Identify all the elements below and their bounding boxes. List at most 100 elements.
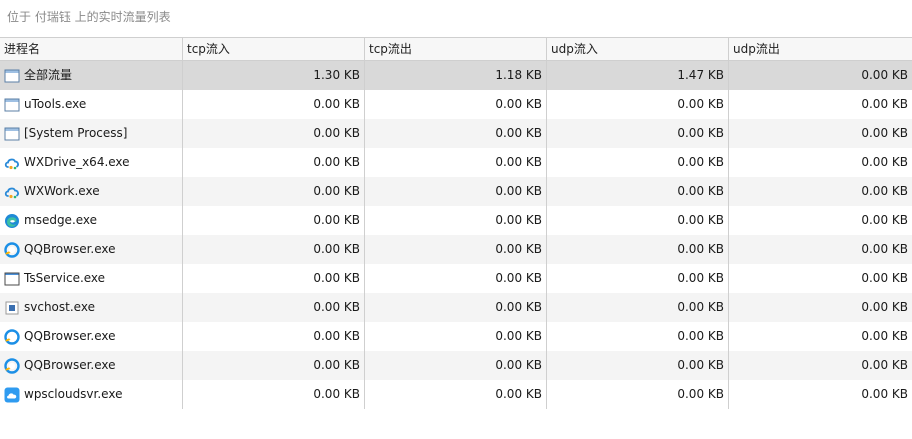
window-icon xyxy=(4,97,20,113)
process-name: QQBrowser.exe xyxy=(24,329,116,343)
table-body: 全部流量 1.30 KB 1.18 KB 1.47 KB 0.00 KB uTools.e… xyxy=(0,61,912,409)
tcp-out-cell: 0.00 KB xyxy=(365,206,547,235)
table-row[interactable]: WXDrive_x64.exe 0.00 KB 0.00 KB 0.00 KB 0.00… xyxy=(0,148,912,177)
udp-out-cell: 0.00 KB xyxy=(861,300,908,314)
table-row[interactable]: [System Process] 0.00 KB 0.00 KB 0.00 KB 0.0… xyxy=(0,119,912,148)
udp-in-cell: 1.47 KB xyxy=(547,61,729,90)
wx-cloud-icon xyxy=(4,184,20,200)
process-name-cell: QQBrowser.exe xyxy=(0,322,183,351)
tcp-out-cell: 1.18 KB xyxy=(365,61,547,90)
table-row[interactable]: msedge.exe 0.00 KB 0.00 KB 0.00 KB 0.00 KB xyxy=(0,206,912,235)
table-row[interactable]: QQBrowser.exe 0.00 KB 0.00 KB 0.00 KB 0.00 K… xyxy=(0,235,912,264)
tcp-in-cell: 1.30 KB xyxy=(183,61,365,90)
edge-icon xyxy=(4,213,20,229)
process-name: TsService.exe xyxy=(24,271,106,285)
process-name-cell: [System Process] xyxy=(0,119,183,148)
tcp-out-cell: 0.00 KB xyxy=(365,380,547,409)
process-name-cell: msedge.exe xyxy=(0,206,183,235)
udp-in-cell: 0.00 KB xyxy=(547,235,729,264)
process-name: msedge.exe xyxy=(24,213,98,227)
udp-out-cell: 0.00 KB xyxy=(861,126,908,140)
udp-in-cell: 0.00 KB xyxy=(547,90,729,119)
tcp-in-cell: 0.00 KB xyxy=(183,206,365,235)
udp-in-cell: 0.00 KB xyxy=(547,177,729,206)
column-header-tcp-out[interactable]: tcp流出 xyxy=(365,38,547,60)
tcp-in-cell: 0.00 KB xyxy=(183,322,365,351)
udp-out-cell: 0.00 KB xyxy=(861,184,908,198)
process-name-cell: QQBrowser.exe xyxy=(0,351,183,380)
udp-in-cell: 0.00 KB xyxy=(547,351,729,380)
tcp-out-cell: 0.00 KB xyxy=(365,119,547,148)
service-icon xyxy=(4,300,20,316)
window-icon xyxy=(4,126,20,142)
udp-out-cell: 0.00 KB xyxy=(861,242,908,256)
tcp-out-cell: 0.00 KB xyxy=(365,293,547,322)
column-header-process[interactable]: 进程名 xyxy=(0,38,183,60)
tcp-in-cell: 0.00 KB xyxy=(183,293,365,322)
wps-cloud-icon xyxy=(4,387,20,403)
table-row[interactable]: wpscloudsvr.exe 0.00 KB 0.00 KB 0.00 KB 0.00… xyxy=(0,380,912,409)
tcp-out-cell: 0.00 KB xyxy=(365,177,547,206)
tcp-out-cell: 0.00 KB xyxy=(365,148,547,177)
process-name: WXWork.exe xyxy=(24,184,100,198)
tcp-in-cell: 0.00 KB xyxy=(183,264,365,293)
udp-out-cell: 0.00 KB xyxy=(861,97,908,111)
process-name: uTools.exe xyxy=(24,97,87,111)
process-name: [System Process] xyxy=(24,126,128,140)
tcp-in-cell: 0.00 KB xyxy=(183,351,365,380)
tcp-in-cell: 0.00 KB xyxy=(183,235,365,264)
udp-in-cell: 0.00 KB xyxy=(547,322,729,351)
udp-in-cell: 0.00 KB xyxy=(547,206,729,235)
column-header-udp-in[interactable]: udp流入 xyxy=(547,38,729,60)
udp-in-cell: 0.00 KB xyxy=(547,264,729,293)
tcp-out-cell: 0.00 KB xyxy=(365,90,547,119)
udp-in-cell: 0.00 KB xyxy=(547,148,729,177)
tcp-in-cell: 0.00 KB xyxy=(183,148,365,177)
process-name-cell: wpscloudsvr.exe xyxy=(0,380,183,409)
table-row[interactable]: WXWork.exe 0.00 KB 0.00 KB 0.00 KB 0.00 KB xyxy=(0,177,912,206)
qqbrowser-icon xyxy=(4,357,20,374)
udp-out-cell: 0.00 KB xyxy=(861,358,908,372)
process-name-cell: WXDrive_x64.exe xyxy=(0,148,183,177)
tcp-out-cell: 0.00 KB xyxy=(365,264,547,293)
udp-out-cell: 0.00 KB xyxy=(861,68,908,82)
table-row[interactable]: uTools.exe 0.00 KB 0.00 KB 0.00 KB 0.00 KB xyxy=(0,90,912,119)
process-name: 全部流量 xyxy=(24,68,73,82)
column-header-udp-out[interactable]: udp流出 xyxy=(729,38,912,60)
process-name-cell: uTools.exe xyxy=(0,90,183,119)
process-name-cell: svchost.exe xyxy=(0,293,183,322)
udp-in-cell: 0.00 KB xyxy=(547,119,729,148)
tcp-out-cell: 0.00 KB xyxy=(365,235,547,264)
process-name-cell: QQBrowser.exe xyxy=(0,235,183,264)
process-name: WXDrive_x64.exe xyxy=(24,155,130,169)
process-name: wpscloudsvr.exe xyxy=(24,387,123,401)
process-name-cell: TsService.exe xyxy=(0,264,183,293)
traffic-table: 进程名 tcp流入 tcp流出 udp流入 udp流出 全部流量 1.30 KB 1… xyxy=(0,37,912,410)
table-row[interactable]: QQBrowser.exe 0.00 KB 0.00 KB 0.00 KB 0.00 K… xyxy=(0,351,912,380)
table-row[interactable]: TsService.exe 0.00 KB 0.00 KB 0.00 KB 0.00 K… xyxy=(0,264,912,293)
window-icon xyxy=(4,68,20,84)
tcp-in-cell: 0.00 KB xyxy=(183,90,365,119)
process-name-cell: 全部流量 xyxy=(0,61,183,90)
qqbrowser-icon xyxy=(4,241,20,258)
traffic-panel: 位于 付瑞钰 上的实时流量列表 进程名 tcp流入 tcp流出 udp流入 ud… xyxy=(0,0,912,439)
tcp-out-cell: 0.00 KB xyxy=(365,322,547,351)
udp-out-cell: 0.00 KB xyxy=(861,155,908,169)
udp-out-cell: 0.00 KB xyxy=(861,213,908,227)
tcp-out-cell: 0.00 KB xyxy=(365,351,547,380)
tcp-in-cell: 0.00 KB xyxy=(183,380,365,409)
qqbrowser-icon xyxy=(4,328,20,345)
udp-out-cell: 0.00 KB xyxy=(861,387,908,401)
tcp-in-cell: 0.00 KB xyxy=(183,177,365,206)
column-header-tcp-in[interactable]: tcp流入 xyxy=(183,38,365,60)
tcp-in-cell: 0.00 KB xyxy=(183,119,365,148)
udp-in-cell: 0.00 KB xyxy=(547,293,729,322)
wx-cloud-icon xyxy=(4,155,20,171)
table-row[interactable]: QQBrowser.exe 0.00 KB 0.00 KB 0.00 KB 0.00 K… xyxy=(0,322,912,351)
table-row[interactable]: svchost.exe 0.00 KB 0.00 KB 0.00 KB 0.00 KB xyxy=(0,293,912,322)
table-row[interactable]: 全部流量 1.30 KB 1.18 KB 1.47 KB 0.00 KB xyxy=(0,61,912,90)
panel-subtitle: 位于 付瑞钰 上的实时流量列表 xyxy=(7,10,171,24)
process-name: svchost.exe xyxy=(24,300,95,314)
table-header: 进程名 tcp流入 tcp流出 udp流入 udp流出 xyxy=(0,37,912,61)
blank-window-icon xyxy=(4,271,20,287)
